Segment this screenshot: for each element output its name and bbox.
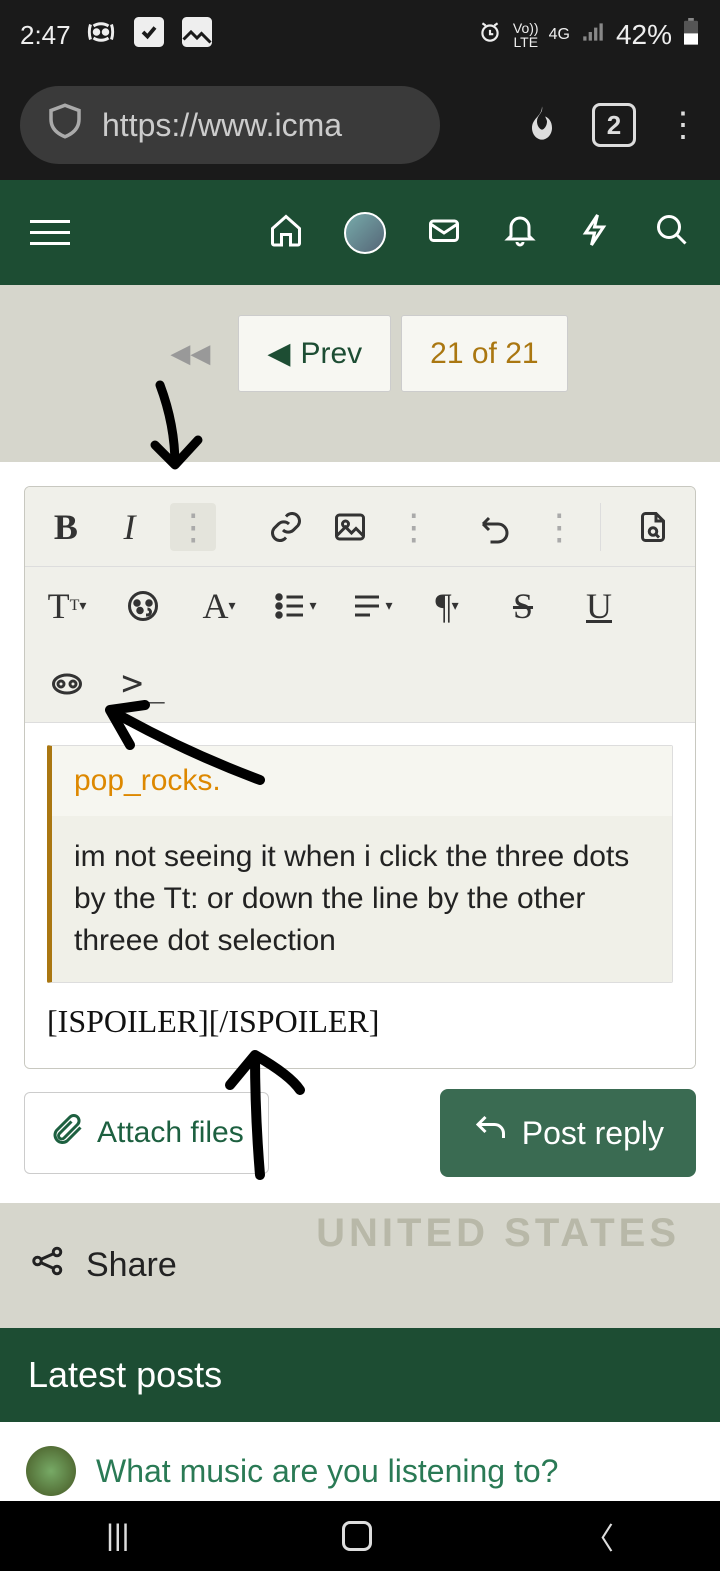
url-text: https://www.icma [102,107,342,144]
prev-page-button[interactable]: ◀ Prev [238,315,391,392]
shield-icon [44,100,86,150]
toolbar-row-2: TT▾ A ▾ ▾ ▾ ¶ ▾ S U [25,567,695,645]
browser-menu-icon[interactable]: ⋮ [666,105,700,145]
discord-icon [83,14,119,57]
editor-content[interactable]: pop_rocks. im not seeing it when i click… [25,723,695,1068]
list-button[interactable]: ▾ [271,582,319,630]
status-volte: Vo)) [513,21,539,35]
quote-author: pop_rocks. [52,746,672,816]
post-title: What music are you listening to? [96,1453,558,1490]
quote-text: im not seeing it when i click the three … [52,816,672,982]
spoiler-mask-button[interactable] [43,660,91,708]
first-page-button[interactable]: ◀◀ [152,315,228,392]
toolbar-row-3: >_ [25,645,695,723]
link-button[interactable] [264,503,310,551]
watermark-text: UNITED STATES [316,1211,680,1256]
more-insert-button[interactable]: ⋮ [391,503,437,551]
site-header [0,180,720,285]
recent-apps-button[interactable]: ||| [106,1519,129,1553]
align-button[interactable]: ▾ [347,582,395,630]
reply-icon [472,1111,508,1155]
prev-label: Prev [300,337,362,371]
italic-button[interactable]: I [107,503,153,551]
tab-count-button[interactable]: 2 [592,103,636,147]
latest-posts-heading: Latest posts [0,1328,720,1422]
user-avatar[interactable] [344,212,386,254]
post-avatar [26,1446,76,1496]
share-bar: UNITED STATES Share [0,1203,720,1328]
pagination-area: ◀◀ ◀ Prev 21 of 21 [0,285,720,462]
underline-button[interactable]: U [575,582,623,630]
battery-icon [682,18,700,52]
preview-button[interactable] [629,503,677,551]
attach-files-button[interactable]: Attach files [24,1092,269,1174]
image-button[interactable] [327,503,373,551]
quote-block: pop_rocks. im not seeing it when i click… [47,745,673,983]
back-button[interactable]: 〈 [584,1514,614,1558]
paperclip-icon [49,1111,85,1155]
status-4g: 4G [549,26,570,44]
current-page-indicator[interactable]: 21 of 21 [401,315,567,392]
bolt-icon[interactable] [578,212,614,253]
post-label: Post reply [522,1115,664,1152]
chevron-left-icon: ◀ [267,336,290,371]
bold-button[interactable]: B [43,503,89,551]
toolbar-row-1: B I ⋮ ⋮ ⋮ [25,487,695,567]
checkbox-icon [131,14,167,57]
more-formatting-button[interactable]: ⋮ [170,503,216,551]
search-icon[interactable] [654,212,690,253]
url-bar[interactable]: https://www.icma [20,86,440,164]
tab-count-value: 2 [607,110,621,141]
hamburger-menu[interactable] [30,220,70,245]
alarm-icon [477,19,503,51]
mail-icon[interactable] [426,212,462,253]
code-button[interactable]: >_ [119,660,167,708]
home-icon[interactable] [268,212,304,253]
flame-icon[interactable] [522,103,562,148]
undo-button[interactable] [473,503,519,551]
status-lte: LTE [513,35,539,49]
attach-label: Attach files [97,1116,244,1150]
font-family-button[interactable]: A ▾ [195,582,243,630]
status-battery: 42% [616,19,672,51]
editor-area: B I ⋮ ⋮ ⋮ TT▾ [0,462,720,1069]
spoiler-bbcode-text[interactable]: [ISPOILER][/ISPOILER] [47,983,673,1046]
current-page-label: 21 of 21 [430,337,538,371]
status-time: 2:47 [20,20,71,51]
color-picker-button[interactable] [119,582,167,630]
status-bar: 2:47 Vo)) LTE 4G 42% [0,0,720,70]
browser-bar: https://www.icma 2 ⋮ [0,70,720,180]
signal-icon [580,19,606,51]
strikethrough-button[interactable]: S [499,582,547,630]
paragraph-button[interactable]: ¶ ▾ [423,582,471,630]
home-button[interactable] [342,1521,372,1551]
bell-icon[interactable] [502,212,538,253]
image-icon [179,14,215,57]
android-nav-bar: ||| 〈 [0,1501,720,1571]
share-label[interactable]: Share [86,1246,177,1285]
more-history-button[interactable]: ⋮ [536,503,582,551]
editor-box: B I ⋮ ⋮ ⋮ TT▾ [24,486,696,1069]
post-reply-button[interactable]: Post reply [440,1089,696,1177]
action-row: Attach files Post reply [0,1069,720,1203]
font-size-button[interactable]: TT▾ [43,582,91,630]
share-icon[interactable] [30,1243,66,1288]
